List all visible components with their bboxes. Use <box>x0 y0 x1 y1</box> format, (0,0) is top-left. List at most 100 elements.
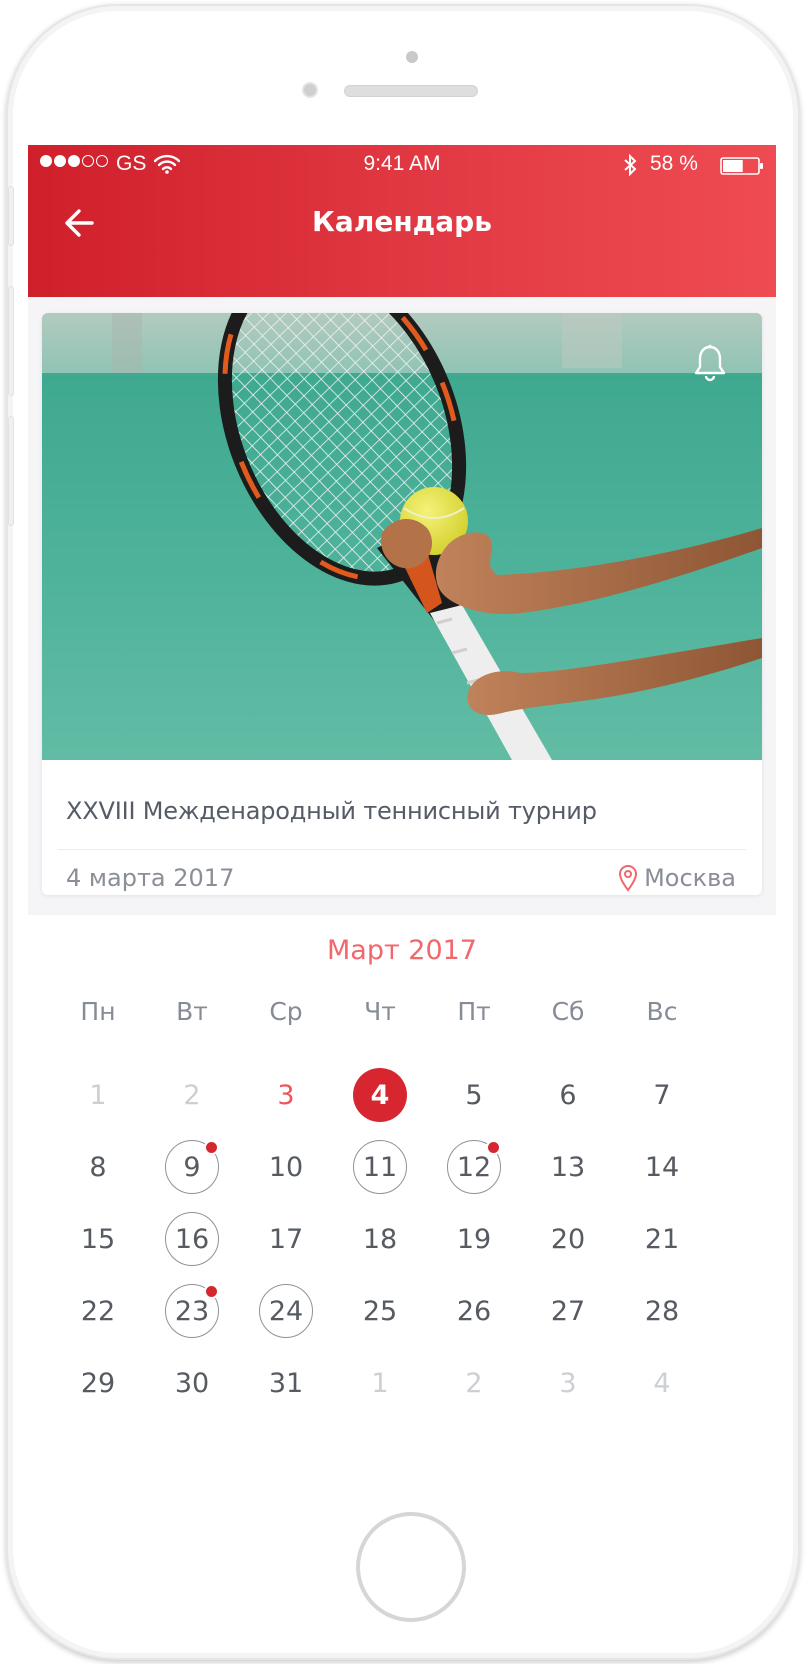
calendar-day[interactable]: 29 <box>71 1356 125 1410</box>
front-camera <box>406 51 418 63</box>
bluetooth-icon <box>624 154 637 176</box>
event-location-label: Москва <box>644 864 736 892</box>
weekday-label: Сб <box>551 997 585 1026</box>
calendar-day-number: 1 <box>89 1079 107 1111</box>
calendar-day[interactable]: 8 <box>71 1140 125 1194</box>
calendar-day-number: 26 <box>456 1295 492 1327</box>
event-indicator-dot <box>486 1140 501 1155</box>
calendar-day-number: 21 <box>644 1223 680 1255</box>
calendar-day-selected[interactable]: 4 <box>353 1068 407 1122</box>
page-title: Календарь <box>312 205 492 238</box>
volume-down-button <box>8 416 14 526</box>
calendar-day-number: 3 <box>559 1367 577 1399</box>
calendar-day[interactable]: 20 <box>541 1212 595 1266</box>
calendar-day[interactable]: 10 <box>259 1140 313 1194</box>
calendar-day-number: 4 <box>370 1079 390 1111</box>
calendar-day[interactable]: 30 <box>165 1356 219 1410</box>
calendar-day-number: 29 <box>80 1367 116 1399</box>
calendar-day[interactable]: 25 <box>353 1284 407 1338</box>
calendar-day[interactable]: 6 <box>541 1068 595 1122</box>
calendar-day-number: 11 <box>362 1151 398 1183</box>
calendar-day[interactable]: 9 <box>165 1140 219 1194</box>
calendar-day[interactable]: 28 <box>635 1284 689 1338</box>
calendar-day-number: 30 <box>174 1367 210 1399</box>
calendar-day[interactable]: 3 <box>541 1356 595 1410</box>
calendar-day-number: 24 <box>268 1295 304 1327</box>
event-image <box>42 313 762 760</box>
calendar-day[interactable]: 12 <box>447 1140 501 1194</box>
calendar-day-number: 22 <box>80 1295 116 1327</box>
weekday-label: Вт <box>176 997 208 1026</box>
event-title: XXVIII Межденародный теннисный турнир <box>66 797 597 825</box>
calendar-day-number: 14 <box>644 1151 680 1183</box>
calendar-day-number: 12 <box>456 1151 492 1183</box>
calendar-day-number: 6 <box>559 1079 577 1111</box>
calendar-day[interactable]: 15 <box>71 1212 125 1266</box>
calendar-day-number: 13 <box>550 1151 586 1183</box>
calendar-day[interactable]: 1 <box>71 1068 125 1122</box>
calendar-day-number: 31 <box>268 1367 304 1399</box>
calendar-day[interactable]: 1 <box>353 1356 407 1410</box>
calendar-day-number: 5 <box>465 1079 483 1111</box>
calendar-day[interactable]: 13 <box>541 1140 595 1194</box>
mute-switch <box>8 186 14 246</box>
calendar-day[interactable]: 4 <box>635 1356 689 1410</box>
calendar-day-number: 20 <box>550 1223 586 1255</box>
calendar-month-title: Март 2017 <box>326 935 477 966</box>
calendar-day[interactable]: 18 <box>353 1212 407 1266</box>
weekday-label: Чт <box>364 997 396 1026</box>
bell-icon[interactable] <box>692 343 728 383</box>
home-button[interactable] <box>356 1512 466 1622</box>
calendar-day[interactable]: 17 <box>259 1212 313 1266</box>
proximity-sensor <box>302 82 318 98</box>
event-card[interactable]: XXVIII Межденародный теннисный турнир 4 … <box>42 313 762 895</box>
calendar-day[interactable]: 11 <box>353 1140 407 1194</box>
calendar-day[interactable]: 19 <box>447 1212 501 1266</box>
calendar-day[interactable]: 16 <box>165 1212 219 1266</box>
calendar-day[interactable]: 26 <box>447 1284 501 1338</box>
calendar-day[interactable]: 22 <box>71 1284 125 1338</box>
battery-percentage: 58 % <box>650 152 698 175</box>
calendar-day-number: 27 <box>550 1295 586 1327</box>
event-indicator-dot <box>204 1284 219 1299</box>
calendar-day-number: 8 <box>89 1151 107 1183</box>
calendar-day[interactable]: 24 <box>259 1284 313 1338</box>
calendar-day[interactable]: 2 <box>447 1356 501 1410</box>
calendar-day[interactable]: 7 <box>635 1068 689 1122</box>
calendar-day-number: 18 <box>362 1223 398 1255</box>
calendar-day-number: 3 <box>277 1079 295 1111</box>
calendar-day[interactable]: 14 <box>635 1140 689 1194</box>
calendar-weekdays: Пн Вт Ср Чт Пт Сб Вс <box>28 997 776 1037</box>
calendar-day-number: 4 <box>653 1367 671 1399</box>
calendar-day[interactable]: 27 <box>541 1284 595 1338</box>
battery-icon <box>720 157 763 175</box>
calendar-day-number: 2 <box>183 1079 201 1111</box>
volume-up-button <box>8 286 14 396</box>
calendar-day[interactable]: 3 <box>259 1068 313 1122</box>
calendar-day[interactable]: 5 <box>447 1068 501 1122</box>
event-location: Москва <box>618 864 736 892</box>
app-screen: GS 9:41 AM 58 % Календарь XXVIII Междена… <box>28 145 776 1467</box>
calendar-day-number: 7 <box>653 1079 671 1111</box>
weekday-label: Пт <box>457 997 491 1026</box>
calendar-day[interactable]: 21 <box>635 1212 689 1266</box>
calendar-day-number: 17 <box>268 1223 304 1255</box>
weekday-label: Вс <box>646 997 678 1026</box>
event-divider <box>58 849 746 850</box>
calendar-day-number: 19 <box>456 1223 492 1255</box>
calendar-day-number: 25 <box>362 1295 398 1327</box>
status-bar: GS 9:41 AM 58 % <box>28 145 776 181</box>
calendar-day-number: 16 <box>174 1223 210 1255</box>
calendar-day-number: 15 <box>80 1223 116 1255</box>
calendar-day-number: 10 <box>268 1151 304 1183</box>
event-date: 4 марта 2017 <box>66 864 235 892</box>
calendar-day[interactable]: 31 <box>259 1356 313 1410</box>
calendar-day-number: 23 <box>174 1295 210 1327</box>
calendar-day[interactable]: 23 <box>165 1284 219 1338</box>
map-pin-icon <box>619 865 638 892</box>
calendar-day-number: 2 <box>465 1367 483 1399</box>
calendar: Март 2017 Пн Вт Ср Чт Пт Сб Вс 1 2 3 4 5 6 7 8 9 10 11 12… <box>28 915 776 1467</box>
event-indicator-dot <box>204 1140 219 1155</box>
weekday-label: Пн <box>80 997 116 1026</box>
calendar-day[interactable]: 2 <box>165 1068 219 1122</box>
